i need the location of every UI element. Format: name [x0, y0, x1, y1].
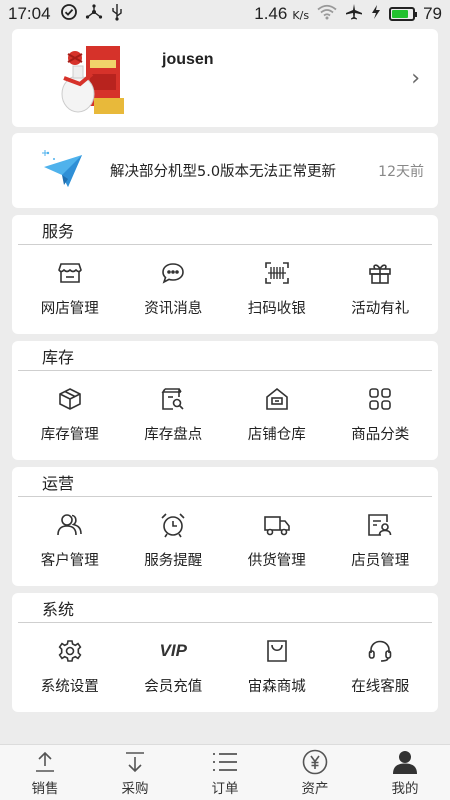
notice-message: 解决部分机型5.0版本无法正常更新: [110, 164, 337, 180]
tab-sales[interactable]: 销售: [0, 745, 90, 800]
network-icon: [85, 4, 103, 24]
customers-icon: [56, 511, 84, 539]
section-title: 服务: [18, 215, 432, 245]
warehouse-icon: [263, 385, 291, 413]
section-title: 系统: [18, 593, 432, 623]
staff-card-icon: [366, 511, 394, 539]
check-circle-icon: [60, 4, 77, 24]
paper-plane-icon: [42, 149, 86, 193]
truck-icon: [263, 511, 291, 539]
bottom-tab-bar: 销售 采购 订单 资产 我的: [0, 744, 450, 800]
tab-orders[interactable]: 订单: [180, 745, 270, 800]
menu-item-member-recharge[interactable]: VIP 会员充值: [122, 623, 226, 696]
menu-item-promotions[interactable]: 活动有礼: [329, 245, 433, 318]
status-time: 17:04: [8, 4, 51, 23]
gear-icon: [56, 637, 84, 665]
menu-item-stocktaking[interactable]: 库存盘点: [122, 371, 226, 444]
menu-item-customer-management[interactable]: 客户管理: [18, 497, 122, 570]
inventory-check-icon: [159, 385, 187, 413]
charging-icon: [371, 4, 381, 24]
airplane-icon: [345, 3, 363, 25]
menu-item-supply-management[interactable]: 供货管理: [225, 497, 329, 570]
alarm-clock-icon: [159, 511, 187, 539]
list-icon: [211, 749, 239, 775]
chat-bubble-icon: [159, 259, 187, 287]
status-bar: 17:04 1.46 K/s 79: [0, 0, 450, 28]
barcode-scan-icon: [263, 259, 291, 287]
upload-icon: [31, 749, 59, 775]
menu-item-system-settings[interactable]: 系统设置: [18, 623, 122, 696]
headset-icon: [366, 637, 394, 665]
menu-item-store-warehouse[interactable]: 店铺仓库: [225, 371, 329, 444]
battery-level: 79: [423, 4, 442, 23]
menu-item-news-messages[interactable]: 资讯消息: [122, 245, 226, 318]
gift-icon: [366, 259, 394, 287]
vip-icon: VIP: [159, 641, 187, 660]
battery-fill: [392, 10, 408, 18]
tab-assets[interactable]: 资产: [270, 745, 360, 800]
tab-purchase[interactable]: 采购: [90, 745, 180, 800]
section-service: 服务 网店管理 资讯消息 扫码收银 活动有礼: [12, 215, 438, 334]
section-operations: 运营 客户管理 服务提醒 供货管理 店员管理: [12, 467, 438, 586]
battery-icon: [389, 7, 418, 21]
menu-item-online-support[interactable]: 在线客服: [329, 623, 433, 696]
person-icon: [391, 749, 419, 775]
yen-circle-icon: [301, 749, 329, 775]
tab-me[interactable]: 我的: [360, 745, 450, 800]
box-icon: [56, 385, 84, 413]
menu-item-service-reminders[interactable]: 服务提醒: [122, 497, 226, 570]
menu-item-staff-management[interactable]: 店员管理: [329, 497, 433, 570]
notice-card[interactable]: 解决部分机型5.0版本无法正常更新 12天前: [12, 133, 438, 208]
shopping-bag-icon: [263, 637, 291, 665]
product-image: [50, 40, 136, 116]
menu-item-store-management[interactable]: 网店管理: [18, 245, 122, 318]
menu-item-scan-checkout[interactable]: 扫码收银: [225, 245, 329, 318]
notice-time: 12天前: [378, 163, 424, 180]
chevron-right-icon[interactable]: ›: [411, 66, 420, 91]
section-title: 库存: [18, 341, 432, 371]
menu-item-zhousen-mall[interactable]: 宙森商城: [225, 623, 329, 696]
wifi-icon: [317, 4, 337, 24]
section-inventory: 库存 库存管理 库存盘点 店铺仓库 商品分类: [12, 341, 438, 460]
menu-item-product-categories[interactable]: 商品分类: [329, 371, 433, 444]
download-icon: [121, 749, 149, 775]
network-speed: 1.46 K/s: [254, 4, 310, 23]
section-title: 运营: [18, 467, 432, 497]
profile-card[interactable]: jousen ›: [12, 29, 438, 127]
usb-icon: [111, 3, 123, 25]
section-system: 系统 系统设置 VIP 会员充值 宙森商城 在线客服: [12, 593, 438, 712]
grid-categories-icon: [366, 385, 394, 413]
store-icon: [56, 259, 84, 287]
username: jousen: [162, 51, 214, 68]
menu-item-inventory-management[interactable]: 库存管理: [18, 371, 122, 444]
